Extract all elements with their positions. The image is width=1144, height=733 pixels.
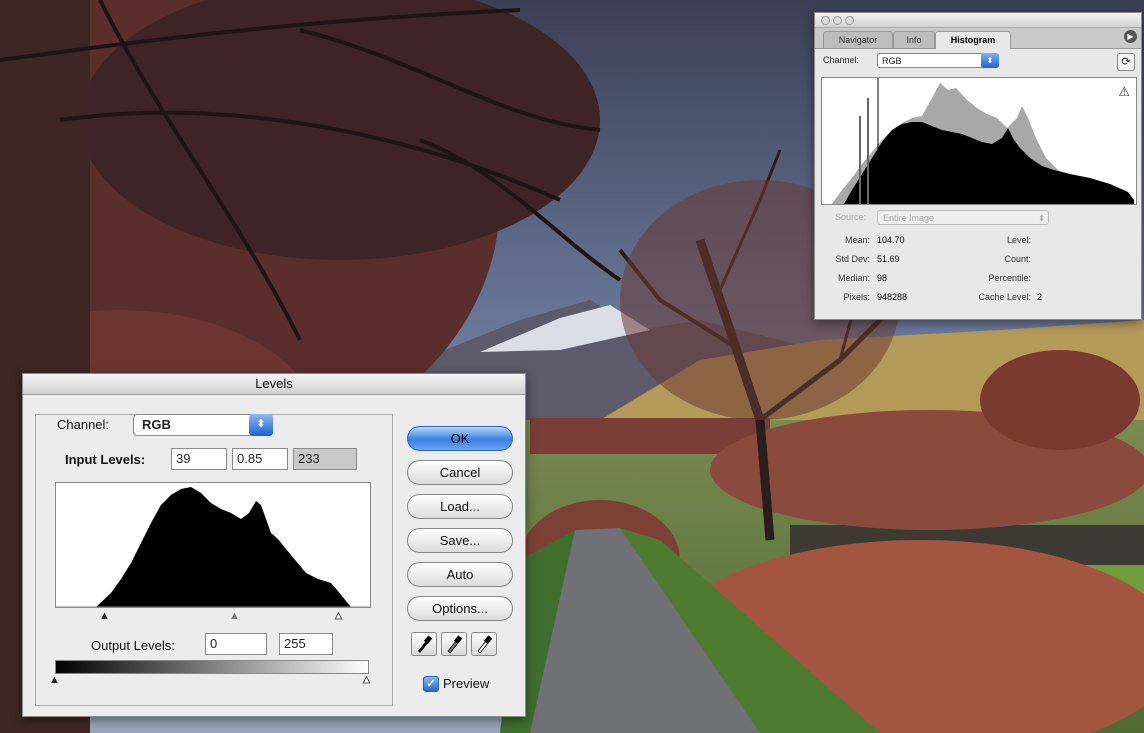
refresh-icon[interactable]: ⟳ xyxy=(1117,53,1135,71)
histogram-plot xyxy=(96,487,351,607)
source-label: Source: xyxy=(835,212,867,222)
gray-eyedropper-icon xyxy=(447,635,463,654)
cancel-button[interactable]: Cancel xyxy=(407,460,513,485)
output-black-field[interactable]: 0 xyxy=(205,633,267,655)
palette-titlebar[interactable] xyxy=(815,13,1141,28)
white-point-slider[interactable]: ▲ xyxy=(333,610,345,623)
histogram-stats: Mean: 104.70 Level: Std Dev: 51.69 Count… xyxy=(815,235,1141,311)
gray-eyedropper-button[interactable] xyxy=(441,632,467,656)
source-value: Entire Image xyxy=(883,213,935,223)
preview-label: Preview xyxy=(443,676,490,691)
tab-histogram[interactable]: Histogram xyxy=(935,31,1011,49)
input-white-field[interactable]: 233 xyxy=(293,448,357,470)
levels-histogram xyxy=(55,482,371,608)
histogram-plot xyxy=(832,78,1134,204)
stddev-value: 51.69 xyxy=(877,254,900,264)
level-label: Level: xyxy=(1006,235,1031,245)
channel-value: RGB xyxy=(882,56,902,66)
output-gradient-bar xyxy=(55,660,369,674)
percentile-label: Percentile: xyxy=(988,273,1031,283)
updown-arrows-icon: ⬍ xyxy=(981,53,999,68)
tab-info[interactable]: Info xyxy=(893,31,935,48)
output-white-slider[interactable]: ▲ xyxy=(361,674,373,687)
output-levels-label: Output Levels: xyxy=(91,638,175,653)
updown-arrows-icon: ⬍ xyxy=(249,414,273,436)
palette-menu-icon[interactable]: ▶ xyxy=(1124,30,1137,43)
close-dot[interactable] xyxy=(821,16,830,25)
mean-value: 104.70 xyxy=(877,235,905,245)
mean-label: Mean: xyxy=(844,235,870,245)
dialog-title[interactable]: Levels xyxy=(23,374,525,395)
white-eyedropper-icon xyxy=(477,635,493,654)
median-value: 98 xyxy=(877,273,888,283)
count-label: Count: xyxy=(1004,254,1031,264)
updown-arrows-icon: ⬍ xyxy=(1038,214,1045,223)
channel-label: Channel: xyxy=(57,417,110,432)
histogram-graph: ⚠ xyxy=(821,77,1137,205)
options-button[interactable]: Options... xyxy=(407,596,513,621)
warning-triangle-icon: ⚠ xyxy=(1118,84,1130,99)
zoom-dot[interactable] xyxy=(845,16,854,25)
palette-tabs: Navigator Info Histogram xyxy=(815,28,1141,49)
white-eyedropper-button[interactable] xyxy=(471,632,497,656)
black-eyedropper-icon xyxy=(418,635,433,653)
auto-button[interactable]: Auto xyxy=(407,562,513,587)
channel-select[interactable]: RGB ⬍ xyxy=(877,53,999,68)
channel-value: RGB xyxy=(142,417,171,432)
output-black-slider[interactable]: ▲ xyxy=(49,674,60,686)
save-button[interactable]: Save... xyxy=(407,528,513,553)
cache-level-value: 2 xyxy=(1037,292,1043,302)
ok-button[interactable]: OK xyxy=(407,426,513,451)
stddev-label: Std Dev: xyxy=(835,254,870,264)
median-label: Median: xyxy=(837,273,870,283)
channel-select[interactable]: RGB ⬍ xyxy=(133,414,273,436)
output-white-field[interactable]: 255 xyxy=(279,633,333,655)
tab-navigator[interactable]: Navigator xyxy=(823,31,893,48)
levels-dialog: Levels Channel: RGB ⬍ Input Levels: 39 0… xyxy=(22,373,526,717)
input-gamma-field[interactable]: 0.85 xyxy=(232,448,288,470)
gamma-slider[interactable]: ▲ xyxy=(229,610,240,622)
pixels-value: 948288 xyxy=(877,292,908,302)
cache-level-label: Cache Level: xyxy=(978,292,1031,302)
channel-label: Channel: xyxy=(823,55,860,65)
preview-checkbox[interactable]: ✓ xyxy=(423,676,439,692)
black-point-slider[interactable]: ▲ xyxy=(99,610,110,622)
window-controls xyxy=(821,16,857,27)
black-eyedropper-button[interactable] xyxy=(411,632,437,656)
load-button[interactable]: Load... xyxy=(407,494,513,519)
histogram-palette: Navigator Info Histogram ▶ Channel: RGB … xyxy=(814,12,1142,320)
pixels-label: Pixels: xyxy=(843,292,870,302)
input-levels-label: Input Levels: xyxy=(65,452,146,467)
minimize-dot[interactable] xyxy=(833,16,842,25)
input-black-field[interactable]: 39 xyxy=(171,448,227,470)
source-select: Entire Image ⬍ xyxy=(877,210,1049,225)
